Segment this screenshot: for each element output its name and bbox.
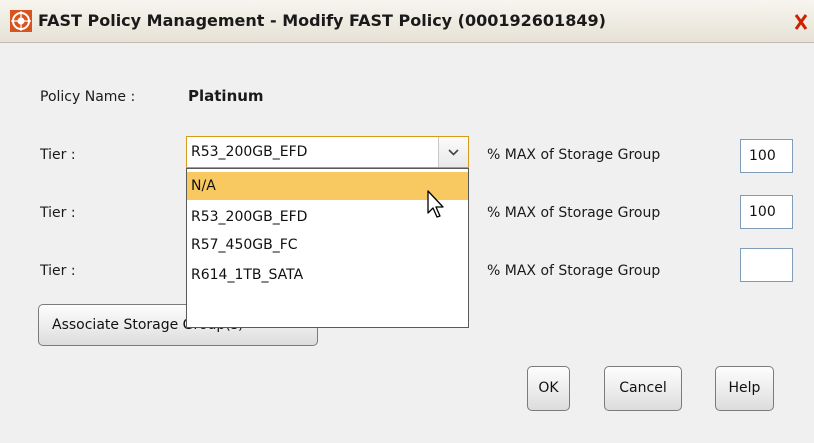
help-button[interactable]: Help xyxy=(715,366,774,411)
dropdown-option[interactable]: R614_1TB_SATA xyxy=(187,261,468,289)
ok-button[interactable]: OK xyxy=(527,366,570,411)
policy-name-label: Policy Name : xyxy=(40,89,136,105)
modify-fast-policy-dialog: FAST Policy Management - Modify FAST Pol… xyxy=(0,0,814,443)
title-bar[interactable]: FAST Policy Management - Modify FAST Pol… xyxy=(0,0,814,43)
emc-logo-icon xyxy=(10,10,32,32)
tier-3-pct-label: % MAX of Storage Group xyxy=(487,263,661,279)
dropdown-option[interactable]: N/A xyxy=(187,172,468,200)
dropdown-option[interactable]: R57_450GB_FC xyxy=(187,231,468,259)
tier-1-pct-label: % MAX of Storage Group xyxy=(487,147,661,163)
tier-1-label: Tier : xyxy=(40,147,76,163)
tier-2-label: Tier : xyxy=(40,205,76,221)
tier-1-pct-input[interactable]: 100 xyxy=(740,139,793,173)
policy-name-value: Platinum xyxy=(188,87,264,105)
window-title: FAST Policy Management - Modify FAST Pol… xyxy=(38,11,606,30)
tier-1-dropdown-button[interactable] xyxy=(438,137,468,167)
tier-3-pct-input[interactable] xyxy=(740,248,793,282)
tier-3-label: Tier : xyxy=(40,263,76,279)
chevron-down-icon xyxy=(448,149,459,156)
tier-2-pct-label: % MAX of Storage Group xyxy=(487,205,661,221)
tier-1-selected-value: R53_200GB_EFD xyxy=(191,144,308,160)
cancel-button[interactable]: Cancel xyxy=(604,366,682,411)
close-icon[interactable] xyxy=(792,12,814,32)
dropdown-option[interactable]: R53_200GB_EFD xyxy=(187,203,468,231)
mouse-pointer-icon xyxy=(427,190,444,218)
tier-2-pct-input[interactable]: 100 xyxy=(740,195,793,229)
tier-1-select[interactable]: R53_200GB_EFD xyxy=(186,136,469,168)
